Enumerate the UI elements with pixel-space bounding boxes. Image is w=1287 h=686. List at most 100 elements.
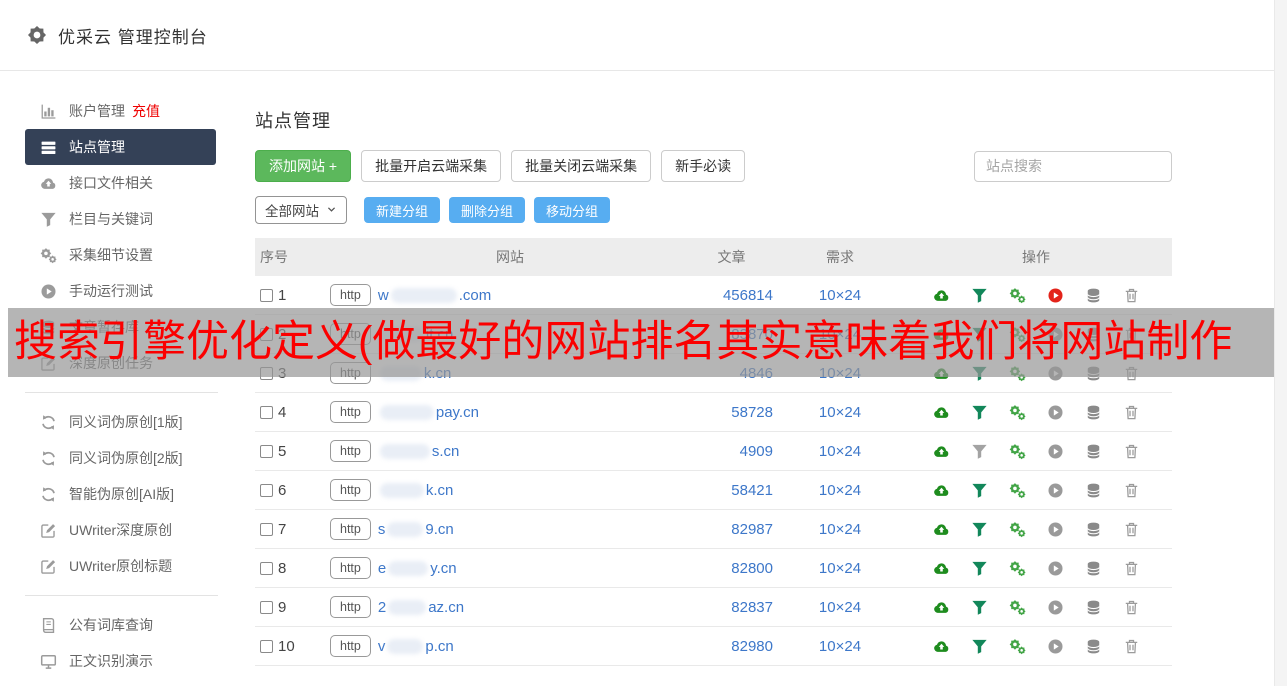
sidebar-item[interactable]: 接口文件相关 [25,165,216,201]
gears-icon[interactable] [1009,482,1026,499]
site-link[interactable]: v p.cn [378,638,454,655]
http-badge[interactable]: http [330,439,371,463]
filter-icon[interactable] [971,560,988,577]
sidebar-item[interactable]: 智能伪原创[AI版] [25,476,216,512]
add-site-button[interactable]: 添加网站 + [255,150,352,182]
demand-value[interactable]: 10×24 [780,404,900,421]
trash-icon[interactable] [1123,521,1140,538]
play-icon[interactable] [1047,404,1064,421]
cloud-upload-icon[interactable] [933,287,950,304]
demand-value[interactable]: 10×24 [780,638,900,655]
cloud-upload-icon[interactable] [933,482,950,499]
database-icon[interactable] [1085,287,1102,304]
site-link[interactable]: k.cn [378,482,453,499]
database-icon[interactable] [1085,482,1102,499]
trash-icon[interactable] [1123,443,1140,460]
sidebar-item[interactable]: 采集细节设置 [25,237,216,273]
database-icon[interactable] [1085,404,1102,421]
trash-icon[interactable] [1123,560,1140,577]
trash-icon[interactable] [1123,404,1140,421]
gears-icon[interactable] [1009,638,1026,655]
sidebar-item[interactable]: 站点管理 [25,129,216,165]
play-icon[interactable] [1047,287,1064,304]
article-count[interactable]: 58728 [690,404,780,421]
row-checkbox[interactable] [260,288,273,302]
row-checkbox[interactable] [260,483,273,497]
filter-icon[interactable] [971,638,988,655]
play-icon[interactable] [1047,560,1064,577]
sidebar-item[interactable]: UWriter深度原创 [25,512,216,548]
scrollbar[interactable] [1274,0,1287,686]
play-icon[interactable] [1047,443,1064,460]
trash-icon[interactable] [1123,287,1140,304]
move-group-button[interactable]: 移动分组 [534,197,611,223]
article-count[interactable]: 82980 [690,638,780,655]
database-icon[interactable] [1085,599,1102,616]
database-icon[interactable] [1085,521,1102,538]
site-link[interactable]: 2 az.cn [378,599,464,616]
http-badge[interactable]: http [330,283,371,307]
recharge-badge[interactable]: 充值 [132,101,160,121]
cloud-upload-icon[interactable] [933,404,950,421]
cloud-upload-icon[interactable] [933,521,950,538]
cloud-upload-icon[interactable] [933,560,950,577]
row-checkbox[interactable] [260,561,273,575]
filter-icon[interactable] [971,521,988,538]
row-checkbox[interactable] [260,405,273,419]
batch-open-button[interactable]: 批量开启云端采集 [361,150,502,182]
site-link[interactable]: s.cn [378,443,459,460]
sidebar-item[interactable]: UWriter原创标题 [25,548,216,584]
demand-value[interactable]: 10×24 [780,287,900,304]
delete-group-button[interactable]: 删除分组 [449,197,526,223]
filter-icon[interactable] [971,404,988,421]
filter-icon[interactable] [971,287,988,304]
demand-value[interactable]: 10×24 [780,599,900,616]
demand-value[interactable]: 10×24 [780,482,900,499]
new-group-button[interactable]: 新建分组 [364,197,441,223]
trash-icon[interactable] [1123,638,1140,655]
cloud-upload-icon[interactable] [933,638,950,655]
sidebar-item[interactable]: 同义词伪原创[1版] [25,404,216,440]
gears-icon[interactable] [1009,443,1026,460]
article-count[interactable]: 4909 [690,443,780,460]
http-badge[interactable]: http [330,517,371,541]
http-badge[interactable]: http [330,400,371,424]
sidebar-item[interactable]: 公有词库查询 [25,607,216,643]
filter-icon[interactable] [971,482,988,499]
article-count[interactable]: 82837 [690,599,780,616]
site-search-input[interactable] [974,150,1172,182]
row-checkbox[interactable] [260,639,273,653]
cloud-upload-icon[interactable] [933,599,950,616]
sidebar-item[interactable]: 正文识别演示 [25,643,216,679]
row-checkbox[interactable] [260,444,273,458]
play-icon[interactable] [1047,638,1064,655]
site-link[interactable]: pay.cn [378,404,479,421]
gears-icon[interactable] [1009,287,1026,304]
row-checkbox[interactable] [260,522,273,536]
filter-icon[interactable] [971,443,988,460]
sidebar-item[interactable]: 手动运行测试 [25,273,216,309]
filter-icon[interactable] [971,599,988,616]
site-link[interactable]: e y.cn [378,560,457,577]
http-badge[interactable]: http [330,634,371,658]
demand-value[interactable]: 10×24 [780,560,900,577]
article-count[interactable]: 456814 [690,287,780,304]
article-count[interactable]: 82800 [690,560,780,577]
gears-icon[interactable] [1009,404,1026,421]
database-icon[interactable] [1085,443,1102,460]
site-link[interactable]: w .com [378,287,491,304]
sidebar-item[interactable]: 同义词伪原创[2版] [25,440,216,476]
http-badge[interactable]: http [330,595,371,619]
database-icon[interactable] [1085,638,1102,655]
play-icon[interactable] [1047,521,1064,538]
newbie-guide-button[interactable]: 新手必读 [661,150,746,182]
gears-icon[interactable] [1009,560,1026,577]
gears-icon[interactable] [1009,521,1026,538]
play-icon[interactable] [1047,599,1064,616]
sidebar-item[interactable]: 账户管理 充值 [25,93,216,129]
play-icon[interactable] [1047,482,1064,499]
http-badge[interactable]: http [330,478,371,502]
article-count[interactable]: 58421 [690,482,780,499]
demand-value[interactable]: 10×24 [780,521,900,538]
article-count[interactable]: 82987 [690,521,780,538]
